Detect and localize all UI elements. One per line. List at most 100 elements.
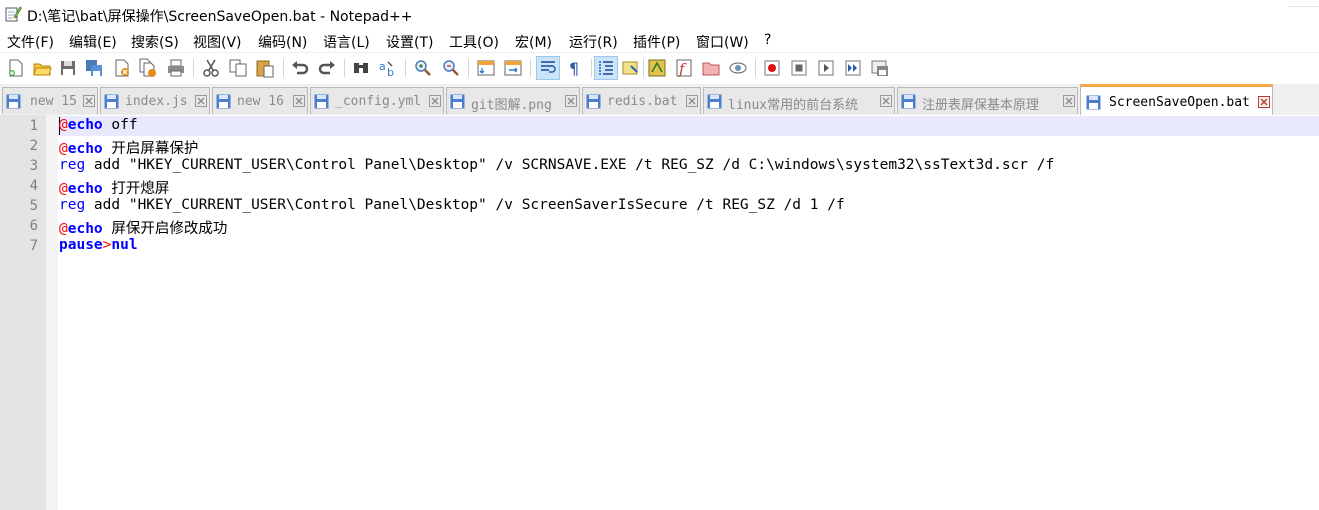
- line-number-gutter: 1 2 3 4 5 6 7: [0, 115, 46, 510]
- svg-text:a: a: [379, 60, 386, 73]
- doc-map-icon[interactable]: [619, 56, 643, 80]
- code-line-7[interactable]: pause>nul: [59, 237, 138, 253]
- close-tab-icon[interactable]: [195, 95, 207, 107]
- print-icon[interactable]: [164, 56, 188, 80]
- redo-icon[interactable]: [315, 56, 339, 80]
- code-line-5[interactable]: reg add "HKEY_CURRENT_USER\Control Panel…: [59, 197, 845, 213]
- zoom-in-icon[interactable]: [411, 56, 435, 80]
- paste-icon[interactable]: [253, 56, 277, 80]
- save-macro-icon[interactable]: [868, 56, 892, 80]
- tab-label: _config.yml: [335, 94, 422, 109]
- floppy-icon: [216, 94, 231, 109]
- word-wrap-icon[interactable]: [536, 56, 560, 80]
- tab-label: 注册表屏保基本原理: [922, 98, 1040, 113]
- tab-git-png[interactable]: git图解.png: [446, 87, 580, 114]
- copy-icon[interactable]: [226, 56, 250, 80]
- tab-label: index.js: [125, 94, 188, 109]
- floppy-icon: [6, 94, 21, 109]
- token-at: @: [59, 221, 68, 237]
- menu-run[interactable]: 运行(R): [569, 32, 618, 52]
- tab-new-16[interactable]: new 16: [212, 87, 308, 114]
- close-tab-icon[interactable]: [880, 95, 892, 107]
- tab-index-js[interactable]: index.js: [100, 87, 210, 114]
- fold-margin[interactable]: [46, 115, 58, 510]
- tab-new-15[interactable]: new 15: [2, 87, 98, 114]
- menu-tools[interactable]: 工具(O): [449, 32, 499, 52]
- tab-label: redis.bat: [607, 94, 678, 109]
- sync-vertical-icon[interactable]: [474, 56, 498, 80]
- code-editor[interactable]: 1 2 3 4 5 6 7 @echo off @echo 开启屏幕保护 reg…: [0, 115, 1319, 510]
- close-tab-icon[interactable]: [83, 95, 95, 107]
- tab-bar: new 15 index.js new 16 _config.yml git图解…: [0, 84, 1319, 116]
- token-at: @: [59, 181, 68, 197]
- zoom-out-icon[interactable]: [439, 56, 463, 80]
- token-text: 打开熄屏: [102, 181, 170, 197]
- find-icon[interactable]: [349, 56, 373, 80]
- folder-workspace-icon[interactable]: [699, 56, 723, 80]
- play-macro-icon[interactable]: [814, 56, 838, 80]
- new-file-icon[interactable]: [4, 56, 28, 80]
- menu-macro[interactable]: 宏(M): [515, 32, 552, 52]
- tab-linux[interactable]: linux常用的前台系统: [703, 87, 895, 114]
- menu-encoding[interactable]: 编码(N): [258, 32, 307, 52]
- menu-settings[interactable]: 设置(T): [386, 32, 433, 52]
- close-tab-icon[interactable]: [686, 95, 698, 107]
- stop-macro-icon[interactable]: [787, 56, 811, 80]
- menu-view[interactable]: 视图(V): [193, 32, 242, 52]
- floppy-icon: [1086, 95, 1101, 110]
- menu-plugins[interactable]: 插件(P): [633, 32, 680, 52]
- code-line-2[interactable]: @echo 开启屏幕保护: [59, 137, 198, 158]
- token-at: @: [59, 117, 68, 133]
- line-number: 5: [29, 198, 38, 214]
- menu-help[interactable]: ?: [764, 32, 771, 48]
- close-tab-icon[interactable]: [565, 95, 577, 107]
- indent-guide-icon[interactable]: [594, 56, 618, 80]
- code-line-6[interactable]: @echo 屏保开启修改成功: [59, 217, 227, 238]
- menu-language[interactable]: 语言(L): [323, 32, 370, 52]
- token-text: add "HKEY_CURRENT_USER\Control Panel\Des…: [85, 157, 1055, 173]
- menu-search[interactable]: 搜索(S): [131, 32, 179, 52]
- menu-window[interactable]: 窗口(W): [696, 32, 749, 52]
- tab-label: git图解.png: [471, 98, 552, 113]
- function-list-icon[interactable]: [645, 56, 669, 80]
- close-all-icon[interactable]: [136, 56, 160, 80]
- tab-redis-bat[interactable]: redis.bat: [582, 87, 701, 114]
- floppy-icon: [586, 94, 601, 109]
- tab-config-yml[interactable]: _config.yml: [310, 87, 444, 114]
- floppy-icon: [707, 94, 722, 109]
- open-file-icon[interactable]: [30, 56, 54, 80]
- code-line-1[interactable]: @echo off: [59, 117, 138, 133]
- close-tab-icon[interactable]: [1063, 95, 1075, 107]
- function-icon[interactable]: f: [672, 56, 696, 80]
- close-tab-icon[interactable]: [1258, 96, 1270, 108]
- floppy-icon: [314, 94, 329, 109]
- close-tab-icon[interactable]: [429, 95, 441, 107]
- record-macro-icon[interactable]: [760, 56, 784, 80]
- code-line-3[interactable]: reg add "HKEY_CURRENT_USER\Control Panel…: [59, 157, 1054, 173]
- tab-registry[interactable]: 注册表屏保基本原理: [897, 87, 1078, 114]
- tab-label: new 16: [237, 94, 284, 109]
- menu-file[interactable]: 文件(F): [7, 32, 54, 52]
- token-keyword: nul: [111, 237, 138, 253]
- tab-label: new 15: [30, 94, 77, 109]
- tab-label: linux常用的前台系统: [728, 98, 859, 113]
- cut-icon[interactable]: [199, 56, 223, 80]
- line-number: 3: [29, 158, 38, 174]
- token-keyword: echo: [67, 117, 103, 133]
- show-all-chars-icon[interactable]: ¶: [563, 56, 587, 80]
- close-icon[interactable]: [110, 56, 134, 80]
- replace-icon[interactable]: ab: [376, 56, 400, 80]
- token-at: @: [59, 141, 68, 157]
- floppy-icon: [450, 94, 465, 109]
- undo-icon[interactable]: [288, 56, 312, 80]
- code-line-4[interactable]: @echo 打开熄屏: [59, 177, 169, 198]
- tab-screensaveopen-bat[interactable]: ScreenSaveOpen.bat: [1080, 84, 1273, 115]
- menu-edit[interactable]: 编辑(E): [69, 32, 117, 52]
- run-macro-multiple-icon[interactable]: [841, 56, 865, 80]
- save-icon[interactable]: [56, 56, 80, 80]
- close-tab-icon[interactable]: [293, 95, 305, 107]
- save-all-icon[interactable]: [82, 56, 106, 80]
- floppy-icon: [901, 94, 916, 109]
- sync-horizontal-icon[interactable]: [501, 56, 525, 80]
- monitor-icon[interactable]: [726, 56, 750, 80]
